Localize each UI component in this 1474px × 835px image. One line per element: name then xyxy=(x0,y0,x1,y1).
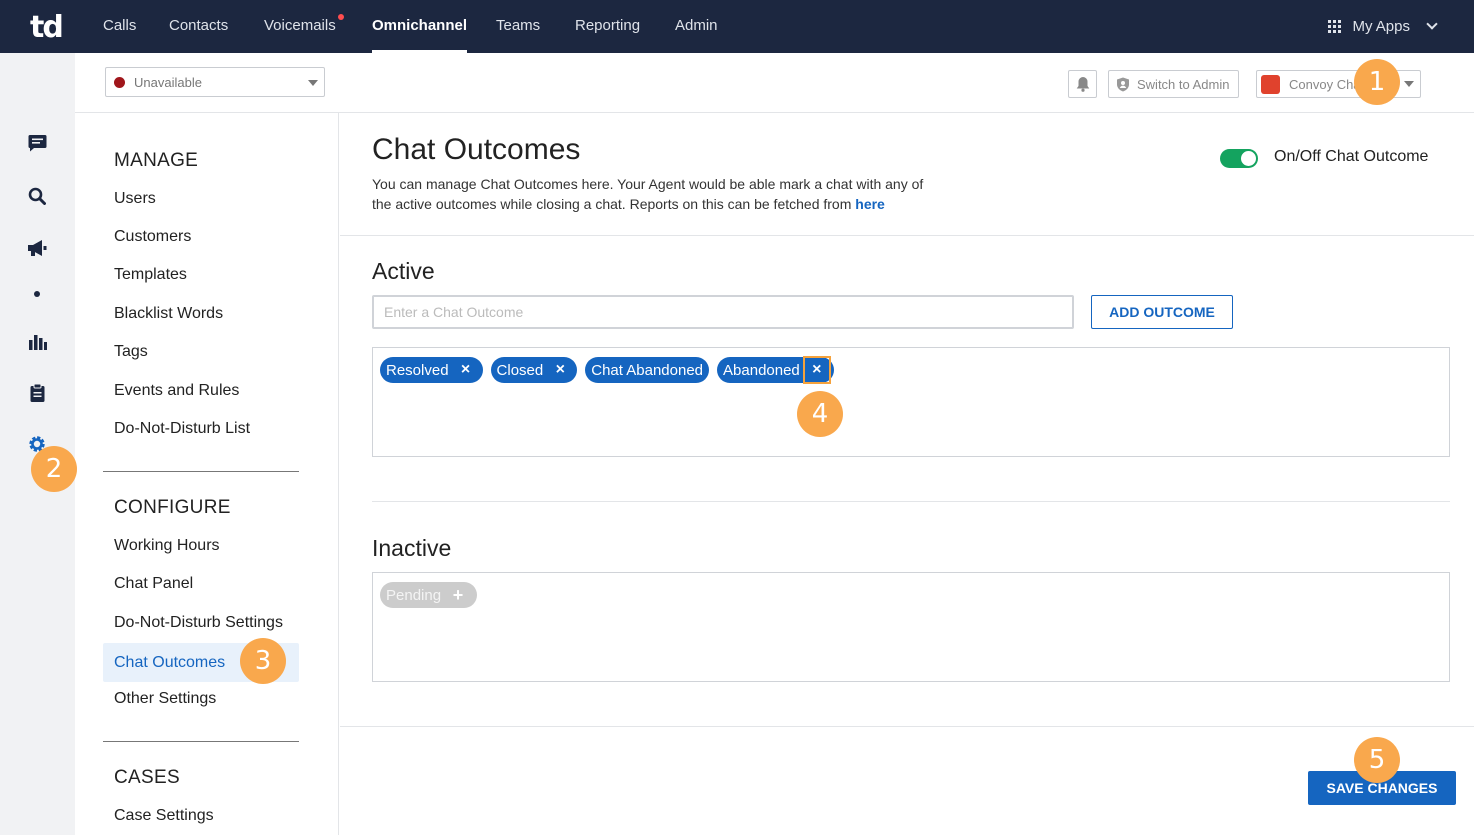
sidebar-item-blacklist-words[interactable]: Blacklist Words xyxy=(114,305,223,323)
section-heading-configure: CONFIGURE xyxy=(114,497,231,518)
nav-omnichannel[interactable]: Omnichannel xyxy=(372,0,468,53)
outcome-tag: Pending + xyxy=(380,582,478,608)
section-divider xyxy=(340,235,1474,236)
caret-down-icon xyxy=(308,80,318,86)
notifications-button[interactable] xyxy=(1068,70,1097,98)
nav-admin[interactable]: Admin xyxy=(675,0,718,53)
add-outcome-button[interactable]: ADD OUTCOME xyxy=(1091,295,1233,329)
remove-icon[interactable]: × xyxy=(549,359,571,381)
sidebar-item-events-and-rules[interactable]: Events and Rules xyxy=(114,382,239,400)
step-marker: 5 xyxy=(1354,737,1400,783)
section-heading-cases: CASES xyxy=(114,767,180,788)
nav-contacts[interactable]: Contacts xyxy=(169,0,228,53)
switch-admin-label: Switch to Admin xyxy=(1137,76,1230,92)
remove-icon[interactable]: × xyxy=(802,356,831,384)
apps-grid-icon xyxy=(1328,19,1342,34)
nav-voicemails[interactable]: Voicemails xyxy=(264,0,344,53)
sidebar-item-dnd-settings[interactable]: Do-Not-Disturb Settings xyxy=(114,614,283,632)
nav-voicemails-label: Voicemails xyxy=(264,17,336,34)
sub-header: Unavailable Switch to Admin Convoy Cha xyxy=(75,53,1474,113)
reports-link[interactable]: here xyxy=(855,196,885,212)
outcome-tag: Resolved × xyxy=(380,357,483,383)
inactive-outcomes-box: Pending + xyxy=(372,572,1450,682)
switch-to-admin-button[interactable]: Switch to Admin xyxy=(1108,70,1239,98)
outcome-tag: Chat Abandoned xyxy=(585,357,710,383)
outcome-tag: Closed × xyxy=(490,357,578,383)
outcome-tag-label: Resolved xyxy=(386,361,449,379)
toggle-label: On/Off Chat Outcome xyxy=(1274,148,1429,165)
sidebar-item-tags[interactable]: Tags xyxy=(114,343,148,361)
status-dropdown[interactable]: Unavailable xyxy=(105,67,325,97)
active-outcomes-box: Resolved × Closed × Chat Abandoned Aband… xyxy=(372,347,1450,457)
settings-sidebar: MANAGE Users Customers Templates Blackli… xyxy=(75,113,339,835)
section-heading-manage: MANAGE xyxy=(114,150,199,171)
nav-calls[interactable]: Calls xyxy=(103,0,136,53)
step-marker: 3 xyxy=(240,638,286,684)
sidebar-item-customers[interactable]: Customers xyxy=(114,228,191,246)
shield-icon xyxy=(1117,77,1129,91)
outcome-tag-label: Closed xyxy=(496,361,544,379)
top-navigation-bar: td Calls Contacts Voicemails Omnichannel… xyxy=(0,0,1474,53)
search-icon[interactable] xyxy=(27,186,47,206)
sidebar-item-working-hours[interactable]: Working Hours xyxy=(114,537,220,555)
sidebar-divider xyxy=(103,471,299,472)
main-content: Chat Outcomes You can manage Chat Outcom… xyxy=(340,113,1474,835)
megaphone-icon[interactable] xyxy=(27,238,47,258)
notification-dot xyxy=(337,14,344,20)
sidebar-item-users[interactable]: Users xyxy=(114,190,156,208)
remove-icon[interactable]: × xyxy=(455,359,477,381)
outcome-tag-label: Pending xyxy=(386,586,442,604)
my-apps-menu[interactable]: My Apps xyxy=(1328,0,1438,53)
app-logo[interactable]: td xyxy=(30,10,64,45)
sidebar-item-chat-panel[interactable]: Chat Panel xyxy=(114,575,193,593)
bar-chart-icon[interactable] xyxy=(27,331,47,351)
caret-down-icon xyxy=(1404,81,1414,87)
sidebar-divider xyxy=(103,741,299,742)
left-rail xyxy=(0,53,75,835)
account-label: Convoy Cha xyxy=(1289,76,1361,92)
clipboard-icon[interactable] xyxy=(27,383,47,403)
outcome-tag-label: Chat Abandoned xyxy=(591,361,704,379)
chat-outcome-input[interactable] xyxy=(372,295,1074,329)
status-indicator xyxy=(114,76,125,88)
section-divider xyxy=(372,501,1450,502)
sidebar-item-templates[interactable]: Templates xyxy=(114,266,187,284)
my-apps-label: My Apps xyxy=(1352,18,1410,35)
add-icon[interactable]: + xyxy=(447,584,469,606)
bell-icon xyxy=(1076,77,1089,92)
step-marker: 1 xyxy=(1354,59,1400,105)
chat-outcome-toggle[interactable] xyxy=(1220,149,1258,168)
inactive-heading: Inactive xyxy=(372,535,452,561)
chat-icon[interactable] xyxy=(27,133,47,153)
account-logo xyxy=(1261,74,1280,94)
page-description: You can manage Chat Outcomes here. Your … xyxy=(372,174,932,214)
active-heading: Active xyxy=(372,258,435,284)
nav-reporting[interactable]: Reporting xyxy=(575,0,640,53)
chevron-down-icon xyxy=(1426,18,1438,30)
nav-teams[interactable]: Teams xyxy=(496,0,540,53)
dot-icon[interactable] xyxy=(27,284,47,304)
sidebar-item-dnd-list[interactable]: Do-Not-Disturb List xyxy=(114,420,250,438)
page-title: Chat Outcomes xyxy=(372,133,581,166)
section-divider xyxy=(340,726,1474,727)
description-text: You can manage Chat Outcomes here. Your … xyxy=(372,176,924,212)
step-marker: 4 xyxy=(797,391,843,437)
status-value: Unavailable xyxy=(134,74,202,90)
sidebar-item-case-settings[interactable]: Case Settings xyxy=(114,807,214,825)
step-marker: 2 xyxy=(31,446,77,492)
outcome-tag: Abandoned × xyxy=(717,356,834,384)
outcome-tag-label: Abandoned xyxy=(723,361,800,379)
sidebar-item-other-settings[interactable]: Other Settings xyxy=(114,690,216,708)
